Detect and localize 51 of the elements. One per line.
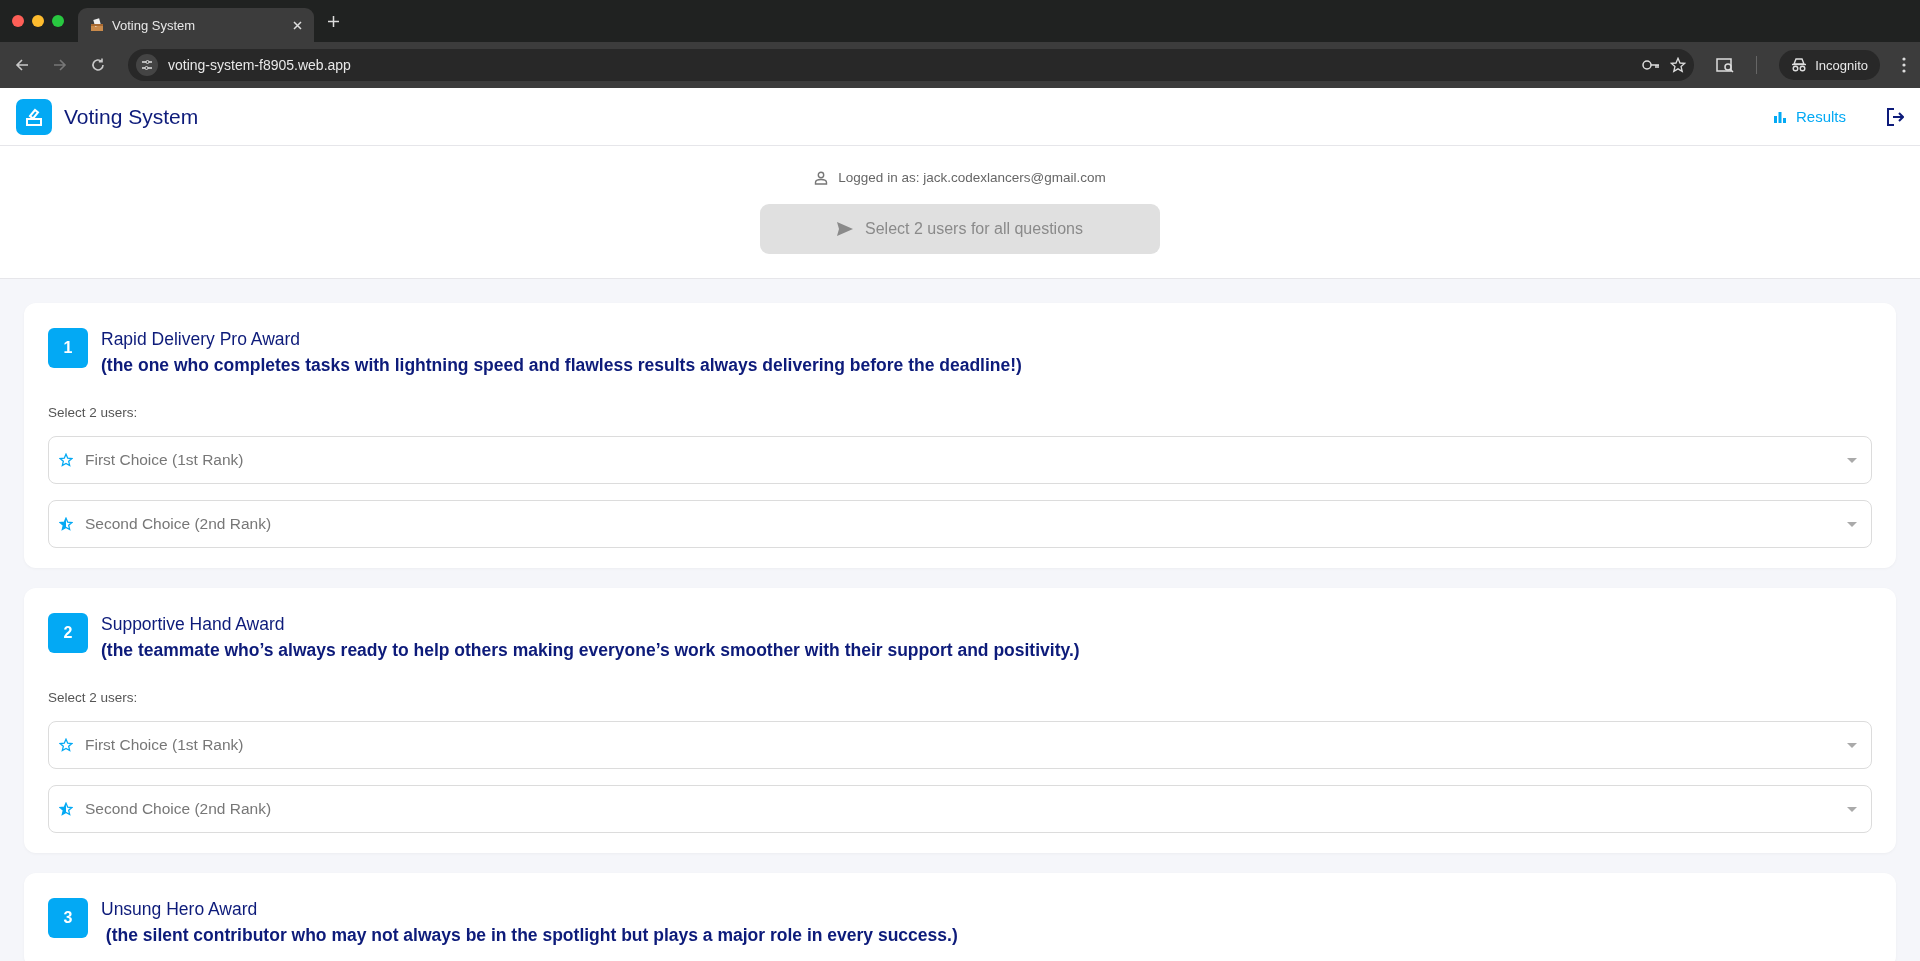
maximize-window-button[interactable] [52,15,64,27]
star-outline-icon [59,453,73,467]
star-outline-icon [59,738,73,752]
person-icon [814,170,829,185]
back-arrow-icon[interactable] [14,57,30,73]
menu-icon[interactable] [1902,57,1906,73]
url-text: voting-system-f8905.web.app [168,57,352,73]
browser-tab[interactable]: Voting System [78,8,314,42]
incognito-icon [1791,58,1808,72]
select-instruction: Select 2 users: [48,690,139,705]
question-number-badge: 3 [48,898,88,938]
reload-icon[interactable] [90,57,106,73]
choice-dropdown[interactable]: First Choice (1st Rank) [48,721,1872,769]
site-settings-icon [136,54,158,76]
ballot-box-icon [90,18,104,32]
ballot-icon [24,106,44,127]
award-description: (the silent contributor who may not always be in the spotlight but plays a major role in every success.) [104,924,958,947]
question-number-badge: 2 [48,613,88,653]
new-tab-icon[interactable] [328,15,339,27]
award-title: Unsung Hero Award [101,898,259,921]
choice-dropdown[interactable]: Second Choice (2nd Rank) [48,785,1872,833]
star-icon[interactable] [1670,57,1687,73]
results-link[interactable]: Results [1773,108,1846,125]
address-bar[interactable]: voting-system-f8905.web.app [128,49,1695,81]
choice-dropdown[interactable]: Second Choice (2nd Rank) [48,500,1872,548]
award-description: (the teammate who’s always ready to help others making everyone’s work smoother with their support and positivity.) [101,639,1080,662]
dropdown-caret-icon [1847,457,1857,463]
logout-icon[interactable] [1886,107,1904,126]
incognito-profile-button[interactable]: Incognito [1779,50,1880,80]
dropdown-caret-icon [1847,521,1857,527]
half-star-icon [59,517,73,531]
tab-title: Voting System [112,17,197,33]
award-title: Supportive Hand Award [101,613,286,636]
logged-in-text: Logged in as: jack.codexlancers@gmail.com [838,170,1106,185]
bar-chart-icon [1773,110,1786,123]
app-title: Voting System [64,104,200,129]
key-icon[interactable] [1642,59,1661,71]
choice-dropdown[interactable]: First Choice (1st Rank) [48,436,1872,484]
dropdown-caret-icon [1847,806,1857,812]
award-description: (the one who completes tasks with lightning speed and flawless results always delivering before the deadline!) [101,354,1022,377]
tab-search-icon[interactable] [1716,57,1735,73]
half-star-icon [59,802,73,816]
close-window-button[interactable] [12,15,24,27]
send-icon [837,222,854,236]
close-tab-icon[interactable] [293,20,302,30]
minimize-window-button[interactable] [32,15,44,27]
forward-arrow-icon[interactable] [52,57,68,73]
select-instruction: Select 2 users: [48,405,139,420]
question-number-badge: 1 [48,328,88,368]
award-title: Rapid Delivery Pro Award [101,328,302,351]
dropdown-caret-icon [1847,742,1857,748]
